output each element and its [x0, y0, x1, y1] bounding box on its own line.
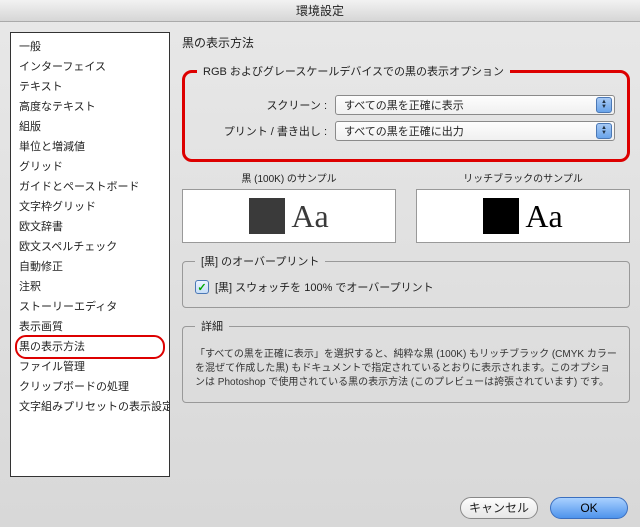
rgb-group-legend: RGB およびグレースケールデバイスでの黒の表示オプション — [197, 63, 510, 79]
detail-group: 詳細 「すべての黒を正確に表示」を選択すると、純粋な黒 (100K) もリッチブ… — [182, 318, 630, 403]
swatch-100k — [249, 198, 285, 234]
panel-header: 黒の表示方法 — [182, 32, 630, 53]
overprint-legend: [黒] のオーバープリント — [195, 253, 325, 269]
sample-100k-text: Aa — [291, 198, 328, 235]
overprint-group: [黒] のオーバープリント ✓ [黒] スウォッチを 100% でオーバープリン… — [182, 253, 630, 308]
sidebar-item-file-handling[interactable]: ファイル管理 — [17, 357, 163, 377]
sample-rich-box: Aa — [416, 189, 630, 243]
sidebar-item-frame-grid[interactable]: 文字枠グリッド — [17, 197, 163, 217]
sidebar-item-mojikumi[interactable]: 文字組みプリセットの表示設定 — [17, 397, 163, 417]
sidebar-item-clipboard[interactable]: クリップボードの処理 — [17, 377, 163, 397]
overprint-checkbox[interactable]: ✓ — [195, 280, 209, 294]
sidebar-item-black-appearance[interactable]: 黒の表示方法 — [17, 337, 163, 357]
sidebar-item-autocorrect[interactable]: 自動修正 — [17, 257, 163, 277]
swatch-rich — [483, 198, 519, 234]
sidebar-item-grids[interactable]: グリッド — [17, 157, 163, 177]
chevron-updown-icon: ▲▼ — [596, 97, 612, 113]
print-select-value: すべての黒を正確に出力 — [344, 123, 464, 139]
category-sidebar: 一般 インターフェイス テキスト 高度なテキスト 組版 単位と増減値 グリッド … — [10, 32, 170, 477]
screen-label: スクリーン : — [197, 97, 327, 113]
sidebar-item-display-perf[interactable]: 表示画質 — [17, 317, 163, 337]
cancel-button[interactable]: キャンセル — [460, 497, 538, 519]
dialog-footer: キャンセル OK — [460, 497, 628, 519]
sidebar-item-spelling[interactable]: 欧文スペルチェック — [17, 237, 163, 257]
sidebar-item-story-editor[interactable]: ストーリーエディタ — [17, 297, 163, 317]
screen-select-value: すべての黒を正確に表示 — [344, 97, 464, 113]
sidebar-item-notes[interactable]: 注釈 — [17, 277, 163, 297]
ok-button[interactable]: OK — [550, 497, 628, 519]
sidebar-item-guides[interactable]: ガイドとペーストボード — [17, 177, 163, 197]
sample-rich-label: リッチブラックのサンプル — [416, 170, 630, 185]
black-samples: 黒 (100K) のサンプル Aa リッチブラックのサンプル Aa — [182, 170, 630, 243]
overprint-checkbox-label: [黒] スウォッチを 100% でオーバープリント — [215, 279, 434, 295]
detail-legend: 詳細 — [195, 318, 229, 334]
sidebar-item-text[interactable]: テキスト — [17, 77, 163, 97]
sidebar-item-general[interactable]: 一般 — [17, 37, 163, 57]
screen-select[interactable]: すべての黒を正確に表示 ▲▼ — [335, 95, 615, 115]
dialog-title: 環境設定 — [0, 0, 640, 22]
sidebar-item-dictionary[interactable]: 欧文辞書 — [17, 217, 163, 237]
sidebar-item-interface[interactable]: インターフェイス — [17, 57, 163, 77]
chevron-updown-icon: ▲▼ — [596, 123, 612, 139]
sample-100k-box: Aa — [182, 189, 396, 243]
sidebar-item-units[interactable]: 単位と増減値 — [17, 137, 163, 157]
sidebar-item-composition[interactable]: 組版 — [17, 117, 163, 137]
main-panel: 黒の表示方法 RGB およびグレースケールデバイスでの黒の表示オプション スクリ… — [182, 32, 630, 477]
sidebar-item-advanced-text[interactable]: 高度なテキスト — [17, 97, 163, 117]
print-label: プリント / 書き出し : — [197, 123, 327, 139]
sample-100k-label: 黒 (100K) のサンプル — [182, 170, 396, 185]
print-select[interactable]: すべての黒を正確に出力 ▲▼ — [335, 121, 615, 141]
detail-text: 「すべての黒を正確に表示」を選択すると、純粋な黒 (100K) もリッチブラック… — [195, 348, 617, 390]
rgb-black-options-group: RGB およびグレースケールデバイスでの黒の表示オプション スクリーン : すべ… — [182, 63, 630, 162]
sample-rich-text: Aa — [525, 198, 562, 235]
